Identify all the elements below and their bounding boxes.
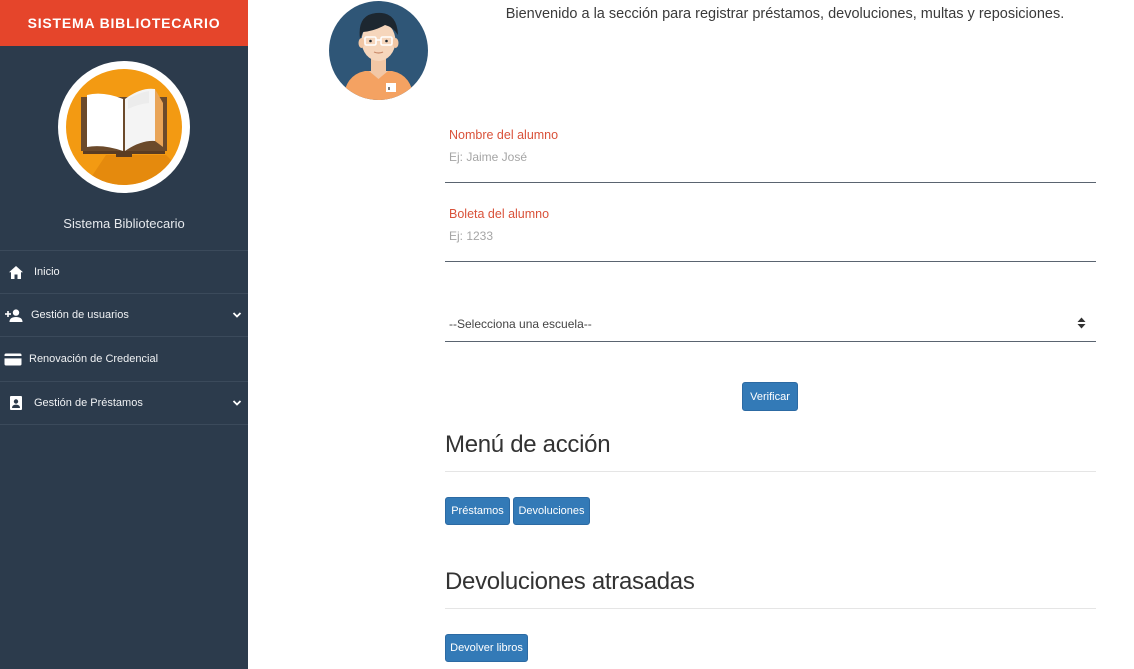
- student-boleta-label: Boleta del alumno: [449, 207, 550, 221]
- sidebar-item-label: Gestión de usuarios: [31, 309, 129, 321]
- sidebar-item-renovacion-credencial[interactable]: Renovación de Credencial: [0, 337, 248, 382]
- student-boleta-input[interactable]: [445, 229, 1049, 243]
- sidebar-nav: Inicio Gestión de usuarios Renovación de…: [0, 250, 248, 425]
- sidebar-item-label: Gestión de Préstamos: [34, 397, 143, 409]
- student-boleta-field: Boleta del alumno: [445, 207, 1096, 262]
- verify-button[interactable]: Verificar: [742, 382, 798, 411]
- student-name-input[interactable]: [445, 150, 1049, 164]
- system-name: Sistema Bibliotecario: [63, 216, 185, 231]
- prestamos-button[interactable]: Préstamos: [445, 497, 510, 525]
- logo-container: [0, 61, 248, 193]
- home-icon: [8, 264, 24, 280]
- devoluciones-button[interactable]: Devoluciones: [513, 497, 590, 525]
- sidebar-item-label: Renovación de Credencial: [29, 353, 159, 365]
- select-arrows-icon: [1073, 317, 1086, 329]
- school-select[interactable]: --Selecciona una escuela--: [445, 307, 1096, 342]
- sidebar-item-inicio[interactable]: Inicio: [0, 251, 248, 294]
- chevron-down-icon[interactable]: [232, 310, 242, 320]
- user-avatar: [329, 1, 428, 100]
- logo-book-icon: [58, 61, 190, 193]
- sidebar-item-gestion-usuarios[interactable]: Gestión de usuarios: [0, 294, 248, 337]
- student-name-label: Nombre del alumno: [449, 128, 559, 142]
- portrait-icon: [8, 395, 24, 411]
- credit-card-icon: [4, 351, 22, 367]
- sidebar-item-gestion-prestamos[interactable]: Gestión de Préstamos: [0, 382, 248, 425]
- chevron-down-icon[interactable]: [232, 398, 242, 408]
- return-books-button[interactable]: Devolver libros: [445, 634, 528, 662]
- welcome-text: Bienvenido a la sección para registrar p…: [505, 6, 1065, 22]
- school-select-value: --Selecciona una escuela--: [449, 317, 592, 331]
- overdue-returns-title: Devoluciones atrasadas: [445, 568, 1096, 609]
- action-menu-title: Menú de acción: [445, 431, 1096, 472]
- brand-title[interactable]: SISTEMA BIBLIOTECARIO: [0, 0, 248, 46]
- sidebar-item-label: Inicio: [34, 266, 60, 278]
- person-add-icon: [5, 307, 23, 323]
- sidebar: SISTEMA BIBLIOTECARIO Sistema Biblioteca…: [0, 0, 248, 669]
- student-name-field: Nombre del alumno: [445, 128, 1096, 183]
